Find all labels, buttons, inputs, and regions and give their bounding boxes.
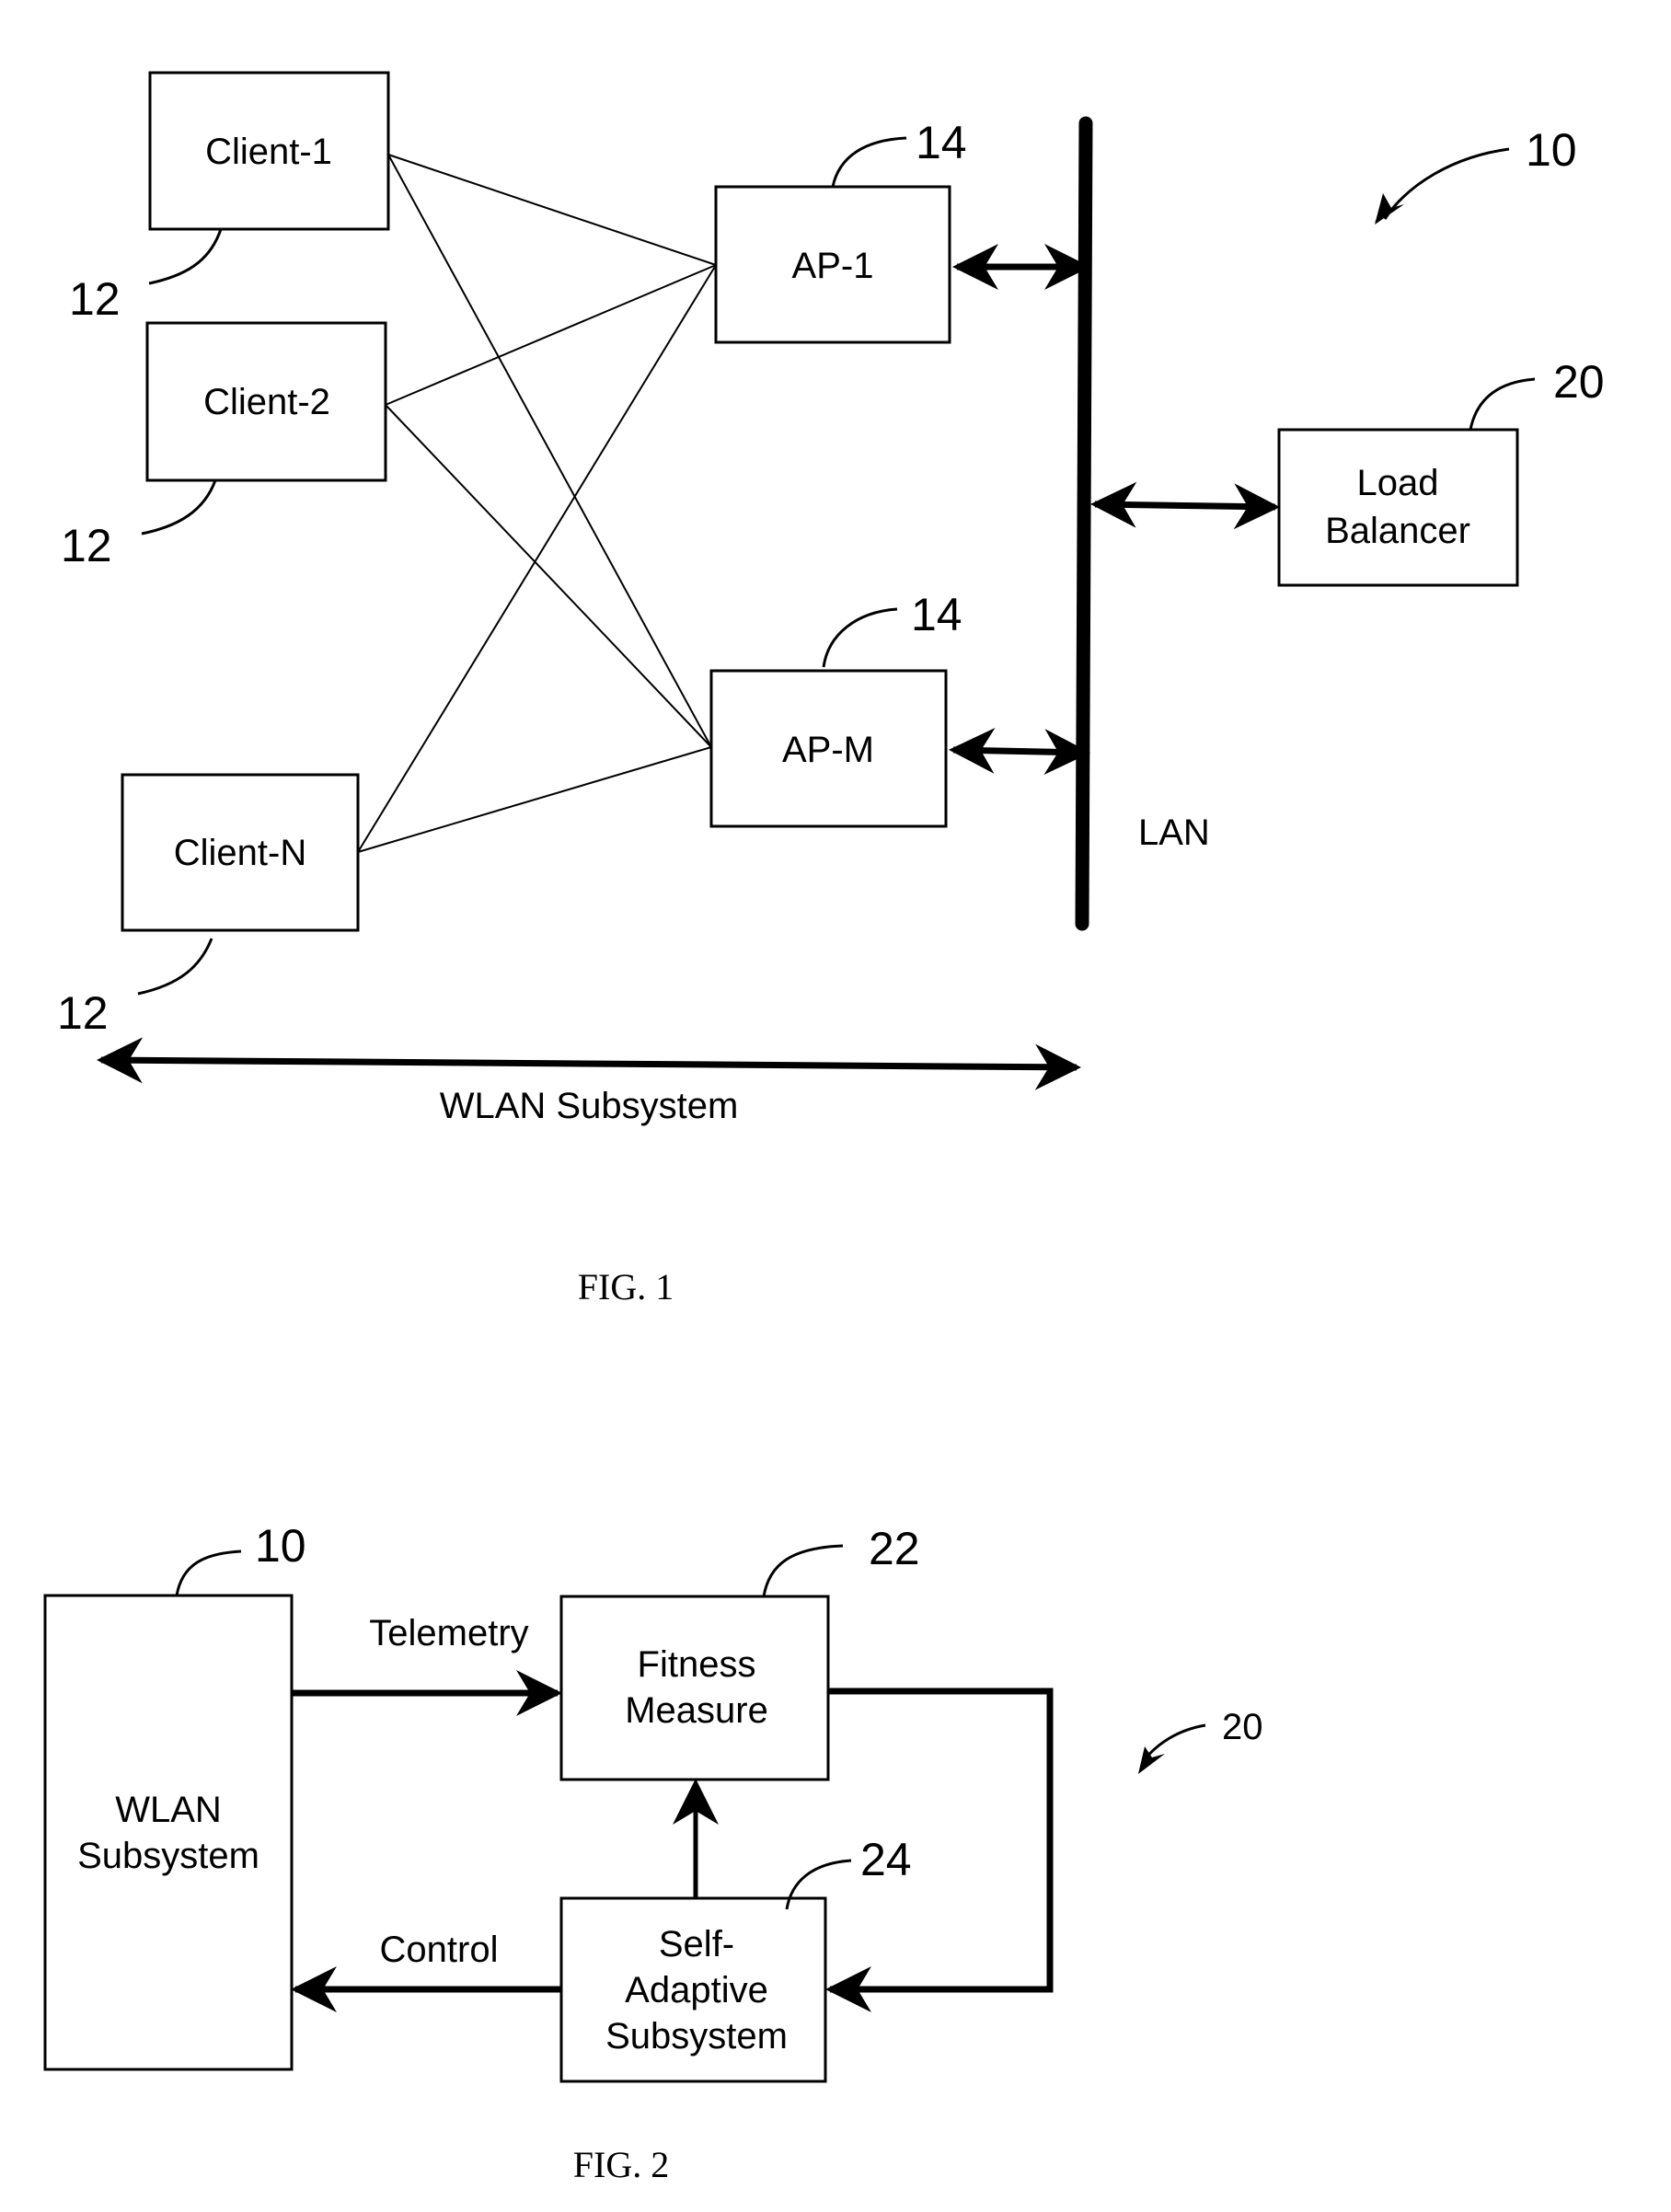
telemetry-label: Telemetry [369,1613,528,1653]
ap-m-lan-link-arrow [949,727,1090,776]
ap-1-node[interactable]: AP-1 14 [714,117,1090,344]
wlan-span-label: WLAN Subsystem [440,1086,739,1126]
self-adaptive-label-line3: Subsystem [605,2016,788,2056]
ap-m-leader-line [822,607,898,668]
wlan-subsystem-label-line1: WLAN [115,1790,222,1830]
self-adaptive-ref-number: 24 [860,1834,912,1885]
wlan-subsystem-ref-number: 10 [255,1520,306,1572]
ap-m-label: AP-M [782,730,874,770]
fig1-diagram: Client-1 12 Client-2 12 Client-N 12 AP-1… [57,71,1605,1308]
self-adaptive-label-line2: Adaptive [625,1970,768,2010]
ap-1-leader-line [831,136,907,188]
ap-1-ref-number: 14 [916,117,967,168]
load-balancer-ref-number: 20 [1553,356,1605,408]
system-20-pointer-line [1143,1723,1206,1760]
lan-backbone-bar [1075,116,1093,931]
wlan-subsystem-leader-line [175,1550,242,1596]
client-n-leader-line [137,938,213,996]
system-20-ref-number: 20 [1222,1707,1263,1747]
client-n-label: Client-N [174,833,306,873]
client-2-node[interactable]: Client-2 12 [61,321,387,571]
control-label: Control [380,1930,499,1970]
load-balancer-box[interactable] [1277,428,1519,587]
wlan-subsystem-box[interactable] [43,1594,294,2071]
load-balancer-leader-line [1469,377,1536,431]
fitness-measure-node[interactable]: Fitness Measure 22 [559,1523,920,1781]
system-10-ref-number: 10 [1526,124,1577,176]
ap-m-node[interactable]: AP-M 14 [709,589,1090,828]
self-adaptive-node[interactable]: Self- Adaptive Subsystem 24 [559,1834,912,2083]
ap-1-label: AP-1 [792,246,874,286]
link-client1-apm [387,154,712,748]
client-1-node[interactable]: Client-1 12 [69,71,390,325]
fitness-measure-leader-line [762,1544,844,1597]
load-balancer-label-line1: Load [1357,463,1439,503]
fitness-measure-label-line1: Fitness [638,1644,756,1685]
lan-load-balancer-link-arrow [1090,481,1280,530]
link-clientn-apm [357,746,712,853]
fig2-diagram: WLAN Subsystem 10 Fitness Measure 22 Sel… [43,1520,1263,2185]
ap-m-ref-number: 14 [911,589,962,640]
link-client2-ap1 [385,264,717,406]
client-2-leader-line [141,479,217,536]
wlan-subsystem-node[interactable]: WLAN Subsystem 10 [43,1520,306,2071]
fitness-measure-label-line2: Measure [625,1690,768,1731]
load-balancer-node[interactable]: Load Balancer 20 [1090,356,1605,587]
system-10-arrowhead-icon [1375,193,1404,225]
link-client2-apm [385,404,712,748]
client-2-label: Client-2 [203,382,330,422]
patent-drawing-sheet: Client-1 12 Client-2 12 Client-N 12 AP-1… [43,71,1605,2185]
wlan-span-arrow [97,1037,1081,1090]
self-adaptive-label-line1: Self- [659,1924,734,1964]
client-n-node[interactable]: Client-N 12 [57,773,360,1039]
wireless-links [357,154,717,853]
fig1-caption: FIG. 1 [578,1266,674,1308]
fig2-caption: FIG. 2 [573,2144,669,2185]
system-10-pointer-line [1383,147,1510,220]
wlan-subsystem-label-line2: Subsystem [77,1836,259,1876]
client-1-label: Client-1 [205,132,332,172]
load-balancer-label-line2: Balancer [1325,511,1470,551]
link-client1-ap1 [387,154,717,266]
lan-label: LAN [1138,812,1210,853]
fitness-measure-ref-number: 22 [869,1523,920,1574]
client-1-ref-number: 12 [69,273,121,325]
client-1-leader-line [148,228,223,285]
client-2-ref-number: 12 [61,520,112,571]
fitness-measure-box[interactable] [559,1595,830,1781]
link-clientn-ap1 [357,264,717,853]
client-n-ref-number: 12 [57,987,109,1039]
